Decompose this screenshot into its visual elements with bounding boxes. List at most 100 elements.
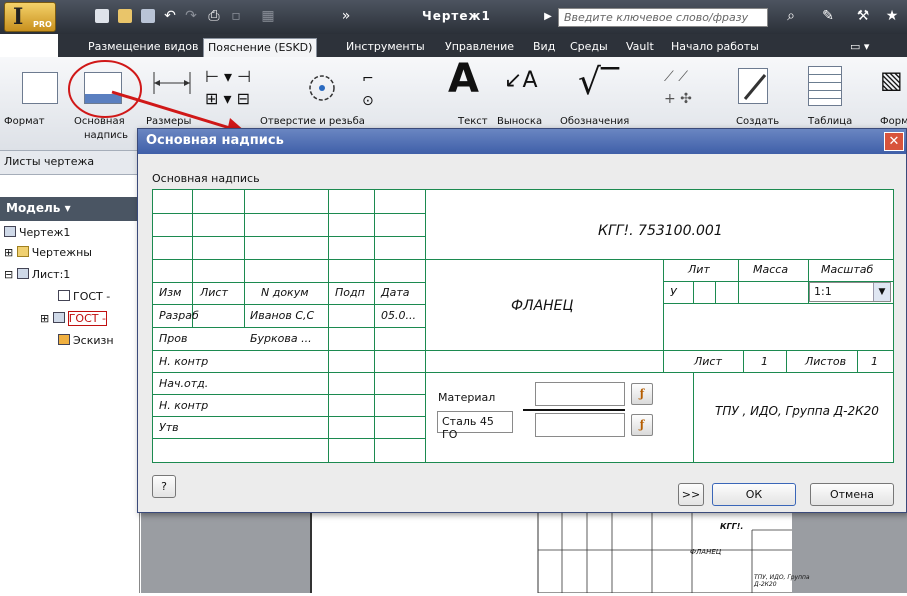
measure-icon[interactable]: ▫ (228, 8, 244, 24)
material-upper-field[interactable] (535, 382, 625, 406)
new-file-icon[interactable] (95, 9, 109, 23)
leader-tool-icon[interactable]: ↙A (504, 68, 538, 93)
leader-glyph: A (522, 68, 538, 93)
dimension-icon[interactable] (150, 68, 194, 98)
developer-name-field[interactable]: Иванов С,С (250, 309, 314, 322)
print-icon[interactable]: ⎙ (206, 8, 222, 24)
part-name-field[interactable]: ФЛАНЕЦ (511, 298, 573, 314)
material-label: Материал (438, 391, 496, 404)
text-tool-icon[interactable]: A (448, 56, 479, 102)
help-icon[interactable]: ? (152, 475, 176, 498)
table-label[interactable]: Таблица (808, 116, 852, 127)
material-lower-field[interactable] (535, 413, 625, 437)
lit-header: Лит (688, 263, 710, 276)
application-menu-button[interactable]: I PRO (4, 2, 56, 32)
organization-field[interactable]: ТПУ , ИДО, Группа Д-2К20 (715, 404, 879, 418)
document-title: Чертеж1 (422, 9, 491, 23)
leader-label[interactable]: Выноска (497, 116, 542, 127)
title-block-grid: КГГ!. 753100.001 ФЛАНЕЦ Изм Лист N докум… (152, 189, 894, 463)
tree-item-sketch[interactable]: Эскизн (58, 334, 114, 347)
subscription-icon[interactable]: ✎ (820, 8, 836, 24)
scale-select[interactable]: 1:1 ▼ (809, 282, 891, 302)
sketch-tools-icons[interactable]: ⟋ ⟋ + ✣ (664, 66, 714, 114)
designation-field[interactable]: КГГ!. 753100.001 (598, 223, 723, 239)
favorites-icon[interactable]: ★ (884, 8, 900, 24)
header-data: Дата (381, 286, 410, 299)
sheet-value: 1 (761, 355, 768, 368)
dialog-title[interactable]: Основная надпись (138, 129, 906, 154)
sheet-label: Лист (694, 355, 722, 368)
create-label[interactable]: Создать (736, 116, 779, 127)
tree-item-drawing-resources[interactable]: ⊞ Чертежны (4, 246, 92, 259)
dimensions-label[interactable]: Размеры (146, 116, 191, 127)
format-button-label[interactable]: Формат (4, 116, 45, 127)
tree-item-drawing[interactable]: Чертеж1 (4, 226, 70, 239)
material-library-icon[interactable]: ƒ (631, 383, 653, 405)
tree-item-title-block-gost[interactable]: ⊞ ГОСТ - (40, 311, 107, 326)
material-add-icon[interactable]: ƒ (631, 414, 653, 436)
form-label[interactable]: Форм (880, 116, 907, 127)
format-icon[interactable] (22, 72, 58, 104)
symbols-label[interactable]: Обозначения (560, 116, 629, 127)
material-field[interactable]: Сталь 45 ГО (437, 411, 513, 441)
developer-date-field[interactable]: 05.0... (381, 309, 416, 322)
binoculars-icon[interactable]: ⌕ (783, 8, 799, 24)
sheet-code: КГГ!. (720, 522, 744, 531)
tree-item-border-gost[interactable]: ГОСТ - (58, 290, 110, 303)
sheet-icon (16, 268, 29, 279)
table-icon[interactable] (808, 66, 842, 106)
close-icon[interactable]: ✕ (884, 132, 904, 151)
sketch-icon (58, 334, 70, 345)
tab-place-views[interactable]: Размещение видов (84, 38, 202, 57)
tab-environments[interactable]: Среды (566, 38, 612, 57)
search-input[interactable]: Введите ключевое слово/фразу (558, 8, 768, 27)
expand-plus-icon[interactable]: ⊞ (40, 312, 49, 325)
select-icon[interactable]: ▦ (260, 8, 276, 24)
tab-get-started[interactable]: Начало работы (667, 38, 763, 57)
tab-annotate-eskd[interactable]: Пояснение (ESKD) (203, 38, 318, 57)
form-icon[interactable]: ▧ (880, 66, 903, 94)
tab-tools[interactable]: Инструменты (342, 38, 429, 57)
panel-toggle-icon[interactable]: ▭ ▾ (850, 40, 876, 54)
checker-name-field[interactable]: Буркова ... (250, 332, 312, 345)
expand-arrow-icon[interactable]: ▶ (540, 9, 556, 25)
header-podp: Подп (335, 286, 365, 299)
ok-button[interactable]: ОК (712, 483, 796, 506)
hole-thread-label[interactable]: Отверстие и резьба (260, 116, 365, 127)
save-icon[interactable] (141, 9, 155, 23)
mass-header: Масса (753, 263, 789, 276)
tab-view[interactable]: Вид (529, 38, 559, 57)
redo-icon[interactable]: ↷ (183, 8, 199, 24)
tree-item-sheet-1[interactable]: ⊟ Лист:1 (4, 268, 70, 281)
create-sketch-icon[interactable] (738, 68, 768, 104)
communication-icon[interactable]: ⚒ (855, 8, 871, 24)
dimension-tools-icons[interactable]: ⊢ ▾ ⊣ ⊞ ▾ ⊟ (205, 66, 275, 114)
role-checker: Пров (159, 332, 188, 345)
browser-header[interactable]: Модель ▾ (0, 197, 140, 221)
scale-header: Масштаб (821, 263, 874, 276)
chevron-down-icon[interactable]: ▼ (873, 283, 890, 301)
collapse-minus-icon[interactable]: ⊟ (4, 268, 13, 281)
hole-thread-icon[interactable] (300, 66, 342, 106)
text-label[interactable]: Текст (458, 116, 488, 127)
header-izm: Изм (159, 286, 182, 299)
role-norm-control: Н. контр (159, 355, 209, 368)
more-icon[interactable]: » (338, 8, 354, 24)
open-folder-icon[interactable] (118, 9, 132, 23)
sheet-part-name: ФЛАНЕЦ (690, 548, 722, 556)
center-mark-icons[interactable]: ⌐ ⊙ (362, 68, 382, 116)
role-head-dept: Нач.отд. (159, 377, 209, 390)
cancel-button[interactable]: Отмена (810, 483, 894, 506)
scale-value: 1:1 (814, 285, 832, 298)
symbols-icon[interactable]: √‾ (578, 62, 619, 103)
header-ndokum: N докум (261, 286, 309, 299)
role-developer: Разраб (159, 309, 199, 322)
panel-title: Листы чертежа (0, 151, 140, 175)
more-button[interactable]: >> (678, 483, 704, 506)
sheets-value: 1 (871, 355, 878, 368)
tab-vault[interactable]: Vault (622, 38, 658, 57)
lit-value[interactable]: У (670, 286, 677, 299)
expand-plus-icon[interactable]: ⊞ (4, 246, 13, 259)
undo-icon[interactable]: ↶ (162, 8, 178, 24)
tab-manage[interactable]: Управление (441, 38, 518, 57)
